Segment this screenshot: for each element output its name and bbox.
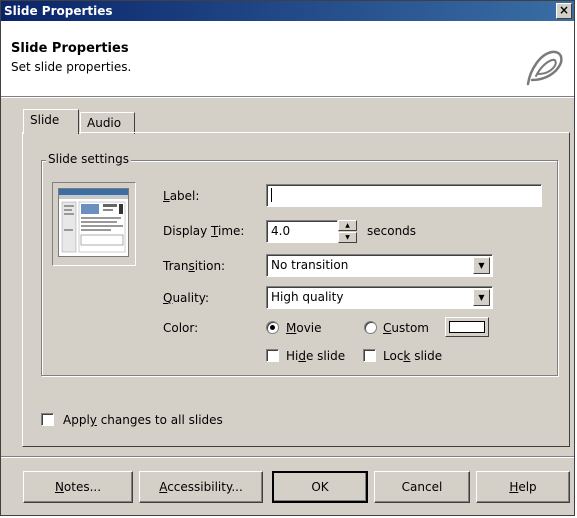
notes-button[interactable]: Notes... — [23, 471, 133, 503]
custom-color-swatch-button[interactable] — [445, 317, 489, 337]
color-swatch — [449, 321, 485, 333]
slide-properties-dialog: Slide Properties × Slide Properties Set … — [0, 0, 575, 516]
quality-select[interactable]: High quality ▼ — [266, 286, 493, 309]
cancel-button[interactable]: Cancel — [374, 471, 470, 503]
header-subtitle: Set slide properties. — [11, 60, 132, 74]
slide-settings-legend: Slide settings — [46, 152, 131, 166]
display-time-label: Display Time: — [163, 224, 245, 238]
apply-all-label[interactable]: Apply changes to all slides — [63, 413, 223, 427]
hide-slide-label[interactable]: Hide slide — [286, 349, 345, 363]
transition-dropdown-button[interactable]: ▼ — [473, 257, 490, 274]
label-field-label: Label: — [163, 189, 200, 203]
title-bar[interactable]: Slide Properties × — [1, 1, 574, 21]
quality-label: Quality: — [163, 291, 210, 305]
dialog-header: Slide Properties Set slide properties. — [1, 21, 574, 97]
display-time-input[interactable]: 4.0 — [266, 220, 338, 243]
tab-slide[interactable]: Slide — [23, 109, 79, 134]
custom-color-label[interactable]: Custom — [383, 321, 429, 335]
text-caret — [271, 188, 272, 202]
close-button[interactable]: × — [556, 3, 572, 19]
movie-color-radio[interactable] — [266, 321, 279, 334]
tab-slide-label: Slide — [30, 113, 60, 127]
accessibility-button[interactable]: Accessibility... — [139, 471, 263, 503]
tab-audio[interactable]: Audio — [80, 112, 135, 134]
footer-divider — [1, 456, 574, 458]
tab-audio-label: Audio — [87, 116, 122, 130]
display-time-value: 4.0 — [271, 224, 291, 238]
spin-up-icon: ▲ — [345, 222, 350, 229]
spin-down-button[interactable]: ▼ — [338, 232, 357, 243]
transition-label: Transition: — [163, 259, 226, 273]
custom-color-radio[interactable] — [364, 321, 377, 334]
hide-slide-checkbox[interactable] — [266, 349, 279, 362]
transition-select[interactable]: No transition ▼ — [266, 254, 493, 277]
chevron-down-icon: ▼ — [478, 293, 485, 302]
radio-selected-dot — [270, 325, 275, 330]
chevron-down-icon: ▼ — [478, 261, 485, 270]
quality-dropdown-button[interactable]: ▼ — [473, 289, 490, 306]
display-time-spinner[interactable]: ▲ ▼ — [338, 220, 357, 243]
close-icon: × — [558, 3, 570, 17]
slide-thumbnail-image — [58, 188, 129, 257]
transition-selected-value: No transition — [271, 258, 349, 272]
window-title: Slide Properties — [4, 4, 113, 18]
lock-slide-checkbox[interactable] — [363, 349, 376, 362]
spin-down-icon: ▼ — [345, 234, 350, 241]
movie-color-label[interactable]: Movie — [286, 321, 322, 335]
color-label: Color: — [163, 321, 199, 335]
apply-all-checkbox[interactable] — [41, 413, 54, 426]
label-input[interactable] — [266, 184, 542, 207]
quality-selected-value: High quality — [271, 290, 344, 304]
spin-up-button[interactable]: ▲ — [338, 220, 357, 231]
lock-slide-label[interactable]: Lock slide — [383, 349, 442, 363]
slide-thumbnail — [52, 182, 136, 266]
captivate-logo-icon — [526, 50, 563, 86]
help-button[interactable]: Help — [476, 471, 570, 503]
header-divider — [1, 96, 574, 98]
header-title: Slide Properties — [11, 41, 129, 56]
ok-button[interactable]: OK — [272, 471, 368, 503]
display-time-unit: seconds — [367, 224, 417, 238]
